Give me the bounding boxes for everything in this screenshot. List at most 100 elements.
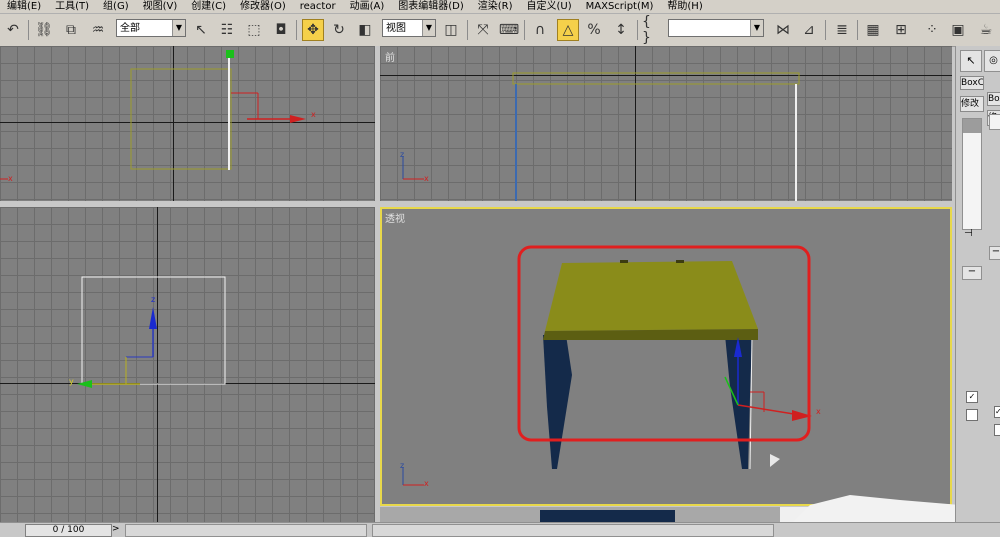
- bind-space-warp-icon[interactable]: ♒: [87, 19, 109, 41]
- edit-named-selection-icon[interactable]: { }: [642, 14, 664, 46]
- rollout-collapse-icon-2[interactable]: −: [989, 246, 1000, 260]
- pivot-center-icon[interactable]: ◫: [440, 19, 462, 41]
- toolbar-separator: [296, 20, 297, 40]
- object-name-field[interactable]: BoxC: [960, 76, 984, 90]
- menu-views[interactable]: 视图(V): [136, 0, 185, 13]
- menu-animation[interactable]: 动画(A): [343, 0, 392, 13]
- viewport-front[interactable]: 前 z x: [380, 46, 952, 201]
- tabletop-notch: [676, 260, 684, 263]
- reference-coordinate-dropdown[interactable]: 视图 ▼: [382, 19, 436, 37]
- viewport-splitter-vertical[interactable]: [375, 46, 380, 526]
- next-frame-icon[interactable]: >: [112, 524, 122, 535]
- top-view-geometry: [0, 50, 306, 180]
- menu-bar: 编辑(E) 工具(T) 组(G) 视图(V) 创建(C) 修改器(O) reac…: [0, 0, 1000, 14]
- checkbox-unchecked-2[interactable]: [994, 424, 1000, 436]
- menu-tools[interactable]: 工具(T): [48, 0, 96, 13]
- gizmo-x-label: x: [311, 110, 316, 119]
- menu-reactor[interactable]: reactor: [293, 0, 343, 13]
- checkbox-checked-2[interactable]: ✓: [994, 406, 1000, 418]
- select-and-scale-icon[interactable]: ◧: [354, 19, 376, 41]
- front-view-geometry: [402, 72, 800, 201]
- named-selection-dropdown[interactable]: ▼: [668, 19, 764, 37]
- align-icon[interactable]: ⊿: [798, 19, 820, 41]
- menu-help[interactable]: 帮助(H): [660, 0, 709, 13]
- gizmo-z-arrow: [149, 307, 157, 329]
- render-setup-icon[interactable]: ▣: [947, 19, 969, 41]
- gizmo-x-arrow: [290, 115, 306, 123]
- select-and-rotate-icon[interactable]: ↻: [328, 19, 350, 41]
- chevron-down-icon: ▼: [172, 20, 185, 36]
- menu-create[interactable]: 创建(C): [184, 0, 233, 13]
- timeline-track-2[interactable]: [372, 524, 774, 537]
- command-panel: ↖ ◎ BoxC Box 修改 修 ⊣ − − ✓ ✓: [955, 46, 1000, 526]
- gizmo-z-label: z: [151, 295, 156, 304]
- percent-snap-icon[interactable]: %: [583, 19, 605, 41]
- time-slider[interactable]: 0 / 100: [25, 524, 112, 537]
- modifier-stack-list-2[interactable]: [989, 114, 1000, 130]
- viewport-splitter-horizontal[interactable]: [0, 201, 955, 207]
- keyboard-shortcut-override-icon[interactable]: ⌨: [498, 19, 520, 41]
- rollout-collapse-icon[interactable]: −: [962, 266, 982, 280]
- pin-stack-icon[interactable]: ⊣: [964, 228, 973, 239]
- select-object-icon[interactable]: ↖: [190, 19, 212, 41]
- rectangular-selection-icon[interactable]: ⬚: [243, 19, 265, 41]
- viewport-top[interactable]: x x: [0, 46, 375, 201]
- menu-group[interactable]: 组(G): [96, 0, 136, 13]
- gizmo-y-arrow: [226, 50, 234, 58]
- timeline-track[interactable]: [125, 524, 367, 537]
- toolbar-separator: [637, 20, 638, 40]
- angle-snap-icon[interactable]: △: [557, 19, 579, 41]
- modifier-list-tab[interactable]: 修改: [960, 96, 984, 112]
- curve-editor-icon[interactable]: ▦: [862, 19, 884, 41]
- corner-axis-x-label: x: [8, 174, 13, 183]
- menu-graph-editors[interactable]: 图表编辑器(D): [391, 0, 471, 13]
- menu-edit[interactable]: 编辑(E): [0, 0, 48, 13]
- toolbar-separator: [28, 20, 29, 40]
- viewport-left[interactable]: z y: [0, 207, 375, 522]
- snap-toggle-icon[interactable]: ∩: [529, 19, 551, 41]
- chevron-down-icon: ▼: [750, 20, 763, 36]
- viewport-perspective[interactable]: 透视 x z x: [380, 207, 952, 506]
- corner-axis-x-label: x: [424, 174, 429, 183]
- time-slider-frame: 0 / 100: [52, 525, 85, 535]
- toolbar-separator: [825, 20, 826, 40]
- quick-render-icon[interactable]: ☕: [975, 19, 997, 41]
- select-and-manipulate-icon[interactable]: ⤧: [472, 19, 494, 41]
- menu-customize[interactable]: 自定义(U): [520, 0, 579, 13]
- tabletop-outline-front: [512, 72, 800, 85]
- tabletop-notch: [620, 260, 628, 263]
- menu-maxscript[interactable]: MAXScript(M): [579, 0, 661, 13]
- create-tab-icon[interactable]: ↖: [960, 50, 982, 72]
- time-slider-bar: 0 / 100 >: [0, 522, 1000, 537]
- toolbar-separator: [467, 20, 468, 40]
- gizmo-y-arrow: [77, 380, 92, 388]
- selection-filter-dropdown[interactable]: 全部 ▼: [116, 19, 186, 37]
- material-editor-icon[interactable]: ⁘: [921, 19, 943, 41]
- main-toolbar: ↶ ⛓ ⧉ ♒ 全部 ▼ ↖ ☷ ⬚ ◘ ✥ ↻ ◧ 视图 ▼ ◫ ⤧ ⌨ ∩ …: [0, 14, 1000, 47]
- mirror-icon[interactable]: ⋈: [772, 19, 794, 41]
- unlink-icon[interactable]: ⧉: [60, 19, 82, 41]
- modify-tab-icon[interactable]: ◎: [984, 50, 1000, 72]
- reference-coordinate-value: 视图: [386, 23, 406, 34]
- toolbar-separator: [857, 20, 858, 40]
- checkbox-checked[interactable]: ✓: [966, 391, 978, 403]
- select-and-move-icon[interactable]: ✥: [302, 19, 324, 41]
- checkbox-unchecked[interactable]: [966, 409, 978, 421]
- menu-rendering[interactable]: 渲染(R): [471, 0, 520, 13]
- left-view-geometry: [77, 276, 226, 388]
- corner-axis-z-label: z: [400, 461, 405, 470]
- select-by-name-icon[interactable]: ☷: [216, 19, 238, 41]
- menu-modifiers[interactable]: 修改器(O): [233, 0, 293, 13]
- modifier-stack-list[interactable]: [962, 118, 982, 230]
- undo-icon[interactable]: ↶: [2, 19, 24, 41]
- schematic-view-icon[interactable]: ⊞: [890, 19, 912, 41]
- select-and-link-icon[interactable]: ⛓: [33, 19, 55, 41]
- modifier-stack-item[interactable]: [963, 119, 981, 133]
- window-crossing-icon[interactable]: ◘: [270, 19, 292, 41]
- spinner-snap-icon[interactable]: ↕: [610, 19, 632, 41]
- selection-filter-value: 全部: [120, 23, 140, 34]
- object-name-field-2[interactable]: Box: [987, 92, 1000, 106]
- gizmo-y-label: y: [69, 377, 74, 386]
- table-leg-reflection: [540, 510, 675, 522]
- layer-manager-icon[interactable]: ≣: [831, 19, 853, 41]
